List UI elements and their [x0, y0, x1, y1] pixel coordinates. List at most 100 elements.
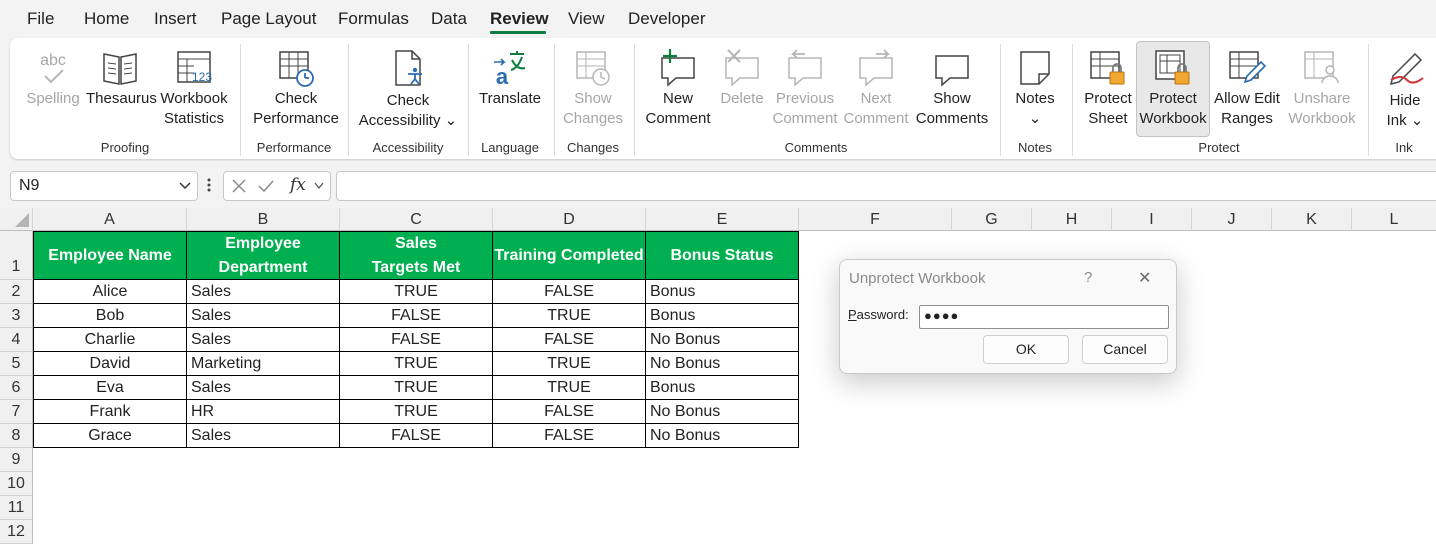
row-header-4[interactable]: 4	[0, 328, 33, 352]
name-box[interactable]: N9	[10, 171, 198, 201]
column-header-e[interactable]: E	[646, 208, 799, 231]
show-changes-button[interactable]: Show Changes	[562, 42, 624, 134]
row-header-8[interactable]: 8	[0, 424, 33, 448]
chevron-down-icon[interactable]	[179, 181, 191, 191]
protect-workbook-button[interactable]: Protect Workbook	[1136, 41, 1210, 137]
cell-sales-targets-met[interactable]: FALSE	[340, 328, 493, 352]
hide-ink-button[interactable]: Hide Ink ⌄	[1376, 42, 1434, 134]
cell-bonus-status[interactable]: No Bonus	[646, 400, 799, 424]
row-header-9[interactable]: 9	[0, 448, 33, 472]
cell-training-completed[interactable]: FALSE	[493, 328, 646, 352]
cell-training-completed[interactable]: FALSE	[493, 280, 646, 304]
cell-bonus-status[interactable]: No Bonus	[646, 352, 799, 376]
cell-sales-targets-met[interactable]: TRUE	[340, 376, 493, 400]
row-header-2[interactable]: 2	[0, 280, 33, 304]
allow-edit-ranges-button[interactable]: Allow Edit Ranges	[1210, 42, 1284, 134]
column-header-b[interactable]: B	[187, 208, 340, 231]
previous-comment-button[interactable]: Previous Comment	[770, 42, 840, 134]
menu-page-layout[interactable]: Page Layout	[221, 9, 316, 29]
cell-employee-name[interactable]: Grace	[33, 424, 187, 448]
cell-bonus-status[interactable]: No Bonus	[646, 424, 799, 448]
header-cell-employee-department[interactable]: Employee Department	[187, 231, 340, 280]
cell-employee-name[interactable]: Frank	[33, 400, 187, 424]
cell-bonus-status[interactable]: Bonus	[646, 376, 799, 400]
more-options-icon[interactable]	[205, 177, 213, 193]
column-header-j[interactable]: J	[1192, 208, 1272, 231]
cell-sales-targets-met[interactable]: TRUE	[340, 400, 493, 424]
column-header-c[interactable]: C	[340, 208, 493, 231]
row-header-1[interactable]: 1	[0, 231, 33, 280]
row-header-6[interactable]: 6	[0, 376, 33, 400]
cell-bonus-status[interactable]: No Bonus	[646, 328, 799, 352]
enter-check-icon[interactable]	[258, 179, 274, 193]
menu-view[interactable]: View	[568, 9, 605, 29]
chevron-down-icon[interactable]	[314, 182, 324, 190]
translate-button[interactable]: a Translate	[476, 42, 544, 134]
cell-department[interactable]: Sales	[187, 328, 340, 352]
row-header-11[interactable]: 11	[0, 496, 33, 520]
protect-sheet-button[interactable]: Protect Sheet	[1080, 42, 1136, 134]
workbook-statistics-button[interactable]: 123 Workbook Statistics	[156, 42, 232, 134]
spelling-button[interactable]: abc Spelling	[22, 42, 84, 134]
cancel-button[interactable]: Cancel	[1082, 335, 1168, 364]
help-icon[interactable]: ?	[1084, 269, 1092, 286]
cell-sales-targets-met[interactable]: FALSE	[340, 424, 493, 448]
cell-training-completed[interactable]: TRUE	[493, 352, 646, 376]
cell-sales-targets-met[interactable]: TRUE	[340, 280, 493, 304]
cell-sales-targets-met[interactable]: FALSE	[340, 304, 493, 328]
cell-department[interactable]: Sales	[187, 304, 340, 328]
column-header-g[interactable]: G	[952, 208, 1032, 231]
menu-home[interactable]: Home	[84, 9, 129, 29]
column-header-d[interactable]: D	[493, 208, 646, 231]
cell-bonus-status[interactable]: Bonus	[646, 280, 799, 304]
menu-review[interactable]: Review	[490, 9, 549, 29]
close-icon[interactable]: ✕	[1138, 268, 1151, 288]
cell-employee-name[interactable]: David	[33, 352, 187, 376]
header-cell-sales-targets-met[interactable]: Sales Targets Met	[340, 231, 493, 280]
header-cell-employee-name[interactable]: Employee Name	[33, 231, 187, 280]
menu-data[interactable]: Data	[431, 9, 467, 29]
header-cell-training-completed[interactable]: Training Completed	[493, 231, 646, 280]
delete-comment-button[interactable]: Delete	[714, 42, 770, 134]
cell-bonus-status[interactable]: Bonus	[646, 304, 799, 328]
select-all-corner[interactable]	[0, 208, 33, 231]
ok-button[interactable]: OK	[983, 335, 1069, 364]
unshare-workbook-button[interactable]: Unshare Workbook	[1286, 42, 1358, 134]
row-header-5[interactable]: 5	[0, 352, 33, 376]
menu-developer[interactable]: Developer	[628, 9, 706, 29]
cancel-icon[interactable]	[232, 179, 246, 193]
cell-employee-name[interactable]: Alice	[33, 280, 187, 304]
cell-training-completed[interactable]: FALSE	[493, 424, 646, 448]
check-performance-button[interactable]: Check Performance	[248, 42, 344, 134]
notes-button[interactable]: Notes ⌄	[1006, 42, 1064, 134]
next-comment-button[interactable]: Next Comment	[842, 42, 910, 134]
cell-training-completed[interactable]: TRUE	[493, 376, 646, 400]
cell-training-completed[interactable]: FALSE	[493, 400, 646, 424]
cell-employee-name[interactable]: Bob	[33, 304, 187, 328]
column-header-f[interactable]: F	[799, 208, 952, 231]
row-header-3[interactable]: 3	[0, 304, 33, 328]
column-header-k[interactable]: K	[1272, 208, 1352, 231]
column-header-i[interactable]: I	[1112, 208, 1192, 231]
insert-function-icon[interactable]: fx	[290, 175, 306, 195]
check-accessibility-button[interactable]: Check Accessibility ⌄	[356, 42, 460, 134]
column-header-h[interactable]: H	[1032, 208, 1112, 231]
cell-employee-name[interactable]: Eva	[33, 376, 187, 400]
cell-sales-targets-met[interactable]: TRUE	[340, 352, 493, 376]
password-input[interactable]: ●●●●	[919, 305, 1169, 329]
new-comment-button[interactable]: New Comment	[642, 42, 714, 134]
formula-input[interactable]	[336, 171, 1436, 201]
menu-file[interactable]: File	[27, 9, 54, 29]
header-cell-bonus-status[interactable]: Bonus Status	[646, 231, 799, 280]
cell-department[interactable]: Sales	[187, 280, 340, 304]
menu-insert[interactable]: Insert	[154, 9, 197, 29]
row-header-10[interactable]: 10	[0, 472, 33, 496]
cell-department[interactable]: HR	[187, 400, 340, 424]
cell-employee-name[interactable]: Charlie	[33, 328, 187, 352]
show-comments-button[interactable]: Show Comments	[912, 42, 992, 134]
row-header-12[interactable]: 12	[0, 520, 33, 544]
cell-department[interactable]: Sales	[187, 376, 340, 400]
cell-department[interactable]: Sales	[187, 424, 340, 448]
thesaurus-button[interactable]: Thesaurus	[86, 42, 157, 134]
column-header-l[interactable]: L	[1352, 208, 1436, 231]
